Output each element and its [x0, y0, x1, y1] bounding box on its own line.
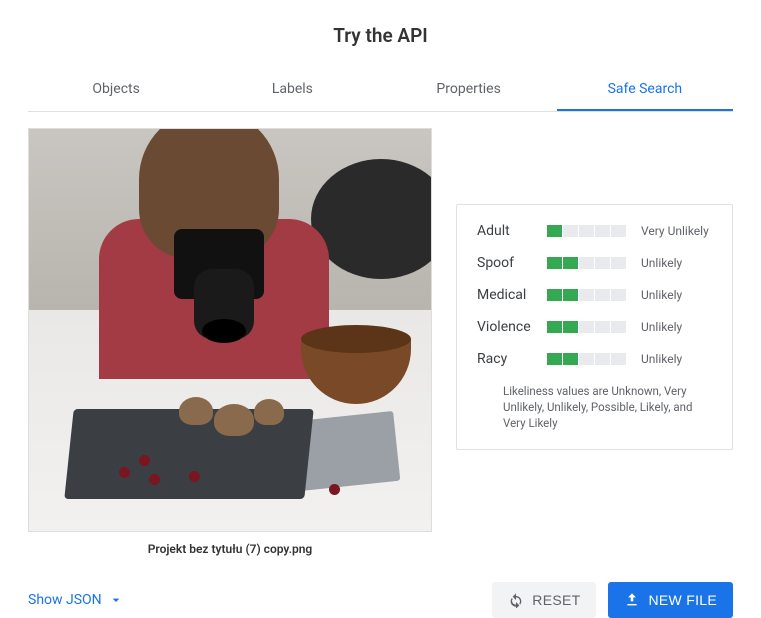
bar-segment: [611, 257, 626, 269]
bar-segment: [547, 257, 562, 269]
reset-icon: [508, 592, 524, 608]
bar-segment: [595, 289, 610, 301]
result-row-spoof: Spoof Unlikely: [477, 255, 712, 271]
upload-icon: [624, 592, 640, 608]
result-row-racy: Racy Unlikely: [477, 351, 712, 367]
image-filename: Projekt bez tytułu (7) copy.png: [28, 542, 432, 556]
bar-segment: [611, 225, 626, 237]
new-file-button[interactable]: NEW FILE: [608, 582, 733, 618]
result-row-medical: Medical Unlikely: [477, 287, 712, 303]
show-json-label: Show JSON: [28, 592, 102, 608]
uploaded-image: [28, 128, 432, 532]
bar-segment: [611, 321, 626, 333]
likelihood-bar: [547, 321, 627, 333]
likelihood-bar: [547, 289, 627, 301]
image-placeholder: [29, 129, 431, 531]
bar-segment: [579, 353, 594, 365]
result-value: Unlikely: [641, 288, 682, 302]
result-label: Adult: [477, 223, 547, 239]
result-label: Medical: [477, 287, 547, 303]
bar-segment: [563, 225, 578, 237]
bar-segment: [611, 289, 626, 301]
bar-segment: [563, 257, 578, 269]
bar-segment: [579, 225, 594, 237]
result-value: Unlikely: [641, 352, 682, 366]
bar-segment: [547, 353, 562, 365]
result-value: Unlikely: [641, 256, 682, 270]
bar-segment: [579, 289, 594, 301]
show-json-toggle[interactable]: Show JSON: [28, 592, 124, 608]
safe-search-results: Adult Very Unlikely Spoof Unlikely Medic…: [456, 204, 733, 450]
bar-segment: [547, 321, 562, 333]
bar-segment: [547, 289, 562, 301]
chevron-down-icon: [108, 592, 124, 608]
bar-segment: [611, 353, 626, 365]
result-value: Very Unlikely: [641, 224, 709, 238]
tab-properties[interactable]: Properties: [381, 69, 557, 111]
bar-segment: [595, 257, 610, 269]
bar-segment: [595, 353, 610, 365]
bar-segment: [579, 257, 594, 269]
reset-button[interactable]: RESET: [492, 582, 596, 618]
page-title: Try the API: [28, 24, 733, 47]
tab-objects[interactable]: Objects: [28, 69, 204, 111]
likelihood-bar: [547, 257, 627, 269]
bar-segment: [579, 321, 594, 333]
bar-segment: [595, 321, 610, 333]
tab-safe-search[interactable]: Safe Search: [557, 69, 733, 111]
bar-segment: [563, 289, 578, 301]
bar-segment: [563, 353, 578, 365]
bar-segment: [547, 225, 562, 237]
reset-label: RESET: [532, 592, 580, 608]
new-file-label: NEW FILE: [648, 592, 717, 608]
bar-segment: [563, 321, 578, 333]
result-label: Violence: [477, 319, 547, 335]
result-label: Spoof: [477, 255, 547, 271]
result-row-adult: Adult Very Unlikely: [477, 223, 712, 239]
likelihood-bar: [547, 353, 627, 365]
tabs: Objects Labels Properties Safe Search: [28, 69, 733, 112]
likelihood-bar: [547, 225, 627, 237]
result-value: Unlikely: [641, 320, 682, 334]
result-label: Racy: [477, 351, 547, 367]
likelihood-footnote: Likeliness values are Unknown, Very Unli…: [477, 383, 712, 431]
result-row-violence: Violence Unlikely: [477, 319, 712, 335]
tab-labels[interactable]: Labels: [204, 69, 380, 111]
bar-segment: [595, 225, 610, 237]
